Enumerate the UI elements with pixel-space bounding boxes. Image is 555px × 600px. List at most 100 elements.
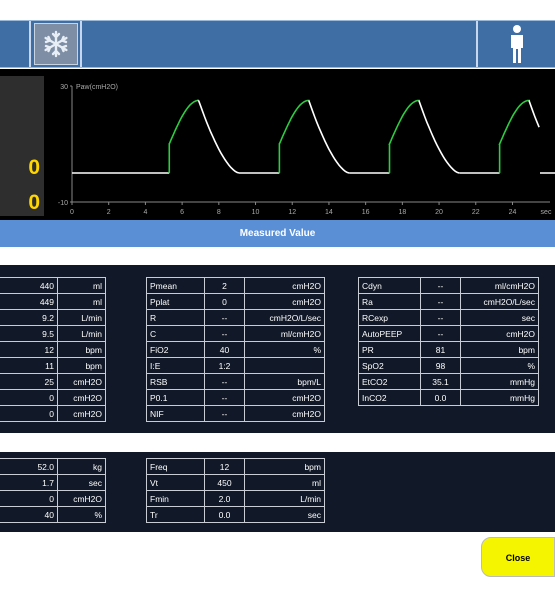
- patient-type-button[interactable]: [478, 21, 555, 67]
- cell-value: 0: [204, 293, 245, 310]
- x-tick-label: 16: [362, 209, 370, 216]
- cell-unit: cmH2O: [57, 373, 106, 390]
- cell-unit: cmH2O: [244, 405, 325, 422]
- cell-unit: cmH2O: [57, 389, 106, 406]
- snowflake-icon: [44, 30, 68, 58]
- cell-value: --: [420, 325, 461, 342]
- cell-value: 12: [204, 458, 245, 475]
- table-row: Tr 0.0 sec: [146, 506, 325, 523]
- cell-unit: cmH2O: [244, 277, 325, 294]
- cell-label: Pmean: [146, 277, 205, 294]
- table-row: SpO2 98%: [358, 357, 539, 374]
- cell-label: InCO2: [358, 389, 421, 406]
- table-row: 25 cmH2O: [0, 373, 106, 390]
- measured-values-panel: 440 ml 449 ml 9.2 L/min 9.5 L/min 12 bpm 11 bpm 25 cm…: [0, 265, 555, 433]
- cell-unit: bpm: [244, 458, 325, 475]
- cell-unit: L/min: [57, 325, 106, 342]
- cell-value: --: [204, 405, 245, 422]
- cell-label: PR: [358, 341, 421, 358]
- expiration-trace: [308, 99, 350, 174]
- cell-label: Cdyn: [358, 277, 421, 294]
- cell-value: 40: [204, 341, 245, 358]
- cell-unit: bpm/L: [244, 373, 325, 390]
- cell-unit: ml: [57, 293, 106, 310]
- waveform-panel: 0 0 Paw(cmH2O) 30 -10 0 2 4 6 8 10 12 14 16 18 20 22 24…: [0, 69, 555, 220]
- cell-unit: L/min: [244, 490, 325, 507]
- x-tick-label: 22: [472, 209, 480, 216]
- cell-label: FiO2: [146, 341, 205, 358]
- table-row: 449 ml: [0, 293, 106, 310]
- freeze-button[interactable]: [34, 23, 78, 65]
- x-tick-label: 14: [325, 209, 333, 216]
- table-row: 12 bpm: [0, 341, 106, 358]
- cell-value: 2: [204, 277, 245, 294]
- expiration-trace: [197, 99, 240, 174]
- table-row: RCexp -- sec: [358, 309, 539, 326]
- table-row: Ra -- cmH2O/L/sec: [358, 293, 539, 310]
- expiration-trace: [528, 99, 540, 128]
- table-row: 9.2 L/min: [0, 309, 106, 326]
- ventilation-settings-table: Freq 12 bpm Vt 450 ml Fmin 2.0 L/min Tr 0.0 sec: [146, 458, 325, 523]
- cell-label: Vt: [146, 474, 205, 491]
- cell-value: 2.0: [204, 490, 245, 507]
- cell-value: 11: [0, 357, 58, 374]
- cell-value: 0: [0, 405, 58, 422]
- cell-unit: %: [244, 341, 325, 358]
- cell-unit: %: [460, 357, 539, 374]
- cell-unit: ml/cmH2O: [244, 325, 325, 342]
- close-button[interactable]: Close: [481, 537, 555, 577]
- table-row: 0 cmH2O: [0, 490, 106, 507]
- x-tick-label: 4: [143, 209, 147, 216]
- patient-settings-table: 52.0 kg 1.7 sec 0 cmH2O 40%: [0, 458, 106, 523]
- table-row: Pmean 2 cmH2O: [146, 277, 325, 294]
- table-row: Pplat 0 cmH2O: [146, 293, 325, 310]
- table-row: P0.1 -- cmH2O: [146, 389, 325, 406]
- table-row: PR 81 bpm: [358, 341, 539, 358]
- cell-value: 0: [0, 389, 58, 406]
- cell-label: Ra: [358, 293, 421, 310]
- cell-value: --: [420, 309, 461, 326]
- cell-unit: %: [57, 506, 106, 523]
- cell-value: 450: [204, 474, 245, 491]
- cell-label: NIF: [146, 405, 205, 422]
- cell-unit: ml: [244, 474, 325, 491]
- inspiration-trace: [388, 99, 419, 173]
- left-readout-value-1: 0: [28, 156, 40, 179]
- cell-unit: cmH2O/L/sec: [244, 309, 325, 326]
- cell-label: EtCO2: [358, 373, 421, 390]
- cell-value: 1.7: [0, 474, 58, 491]
- cell-unit: bpm: [57, 341, 106, 358]
- cell-label: RSB: [146, 373, 205, 390]
- table-row: Cdyn -- ml/cmH2O: [358, 277, 539, 294]
- cell-label: R: [146, 309, 205, 326]
- cell-label: RCexp: [358, 309, 421, 326]
- y-tick-label: -10: [58, 200, 68, 207]
- inspiration-trace: [278, 99, 309, 173]
- table-row: Vt 450 ml: [146, 474, 325, 491]
- cell-unit: L/min: [57, 309, 106, 326]
- cell-label: P0.1: [146, 389, 205, 406]
- cell-value: 12: [0, 341, 58, 358]
- cell-value: --: [204, 389, 245, 406]
- table-row: AutoPEEP -- cmH2O: [358, 325, 539, 342]
- table-row: EtCO2 35.1 mmHg: [358, 373, 539, 390]
- cell-value: 440: [0, 277, 58, 294]
- cell-value: 9.5: [0, 325, 58, 342]
- table-row: InCO2 0.0 mmHg: [358, 389, 539, 406]
- x-tick-label: 2: [107, 209, 111, 216]
- cell-unit: sec: [57, 474, 106, 491]
- cell-label: Tr: [146, 506, 205, 523]
- expiration-trace: [418, 99, 460, 174]
- cell-value: 0.0: [204, 506, 245, 523]
- cell-unit: mmHg: [460, 389, 539, 406]
- cell-unit: sec: [460, 309, 539, 326]
- pressure-waveform-graph: Paw(cmH2O)30-100 2 4 6 8 10 12 14 16 18 20 22 24 sec: [58, 84, 555, 216]
- graph-axes: Paw(cmH2O)30-100 2 4 6 8 10 12 14 16 18 20 22 24 sec: [58, 84, 552, 216]
- table-row: RSB -- bpm/L: [146, 373, 325, 390]
- x-tick-label: 20: [435, 209, 443, 216]
- cell-value: 0.0: [420, 389, 461, 406]
- cell-value: --: [204, 325, 245, 342]
- toolbar-divider: [80, 21, 82, 67]
- cell-value: 25: [0, 373, 58, 390]
- cell-unit: bpm: [57, 357, 106, 374]
